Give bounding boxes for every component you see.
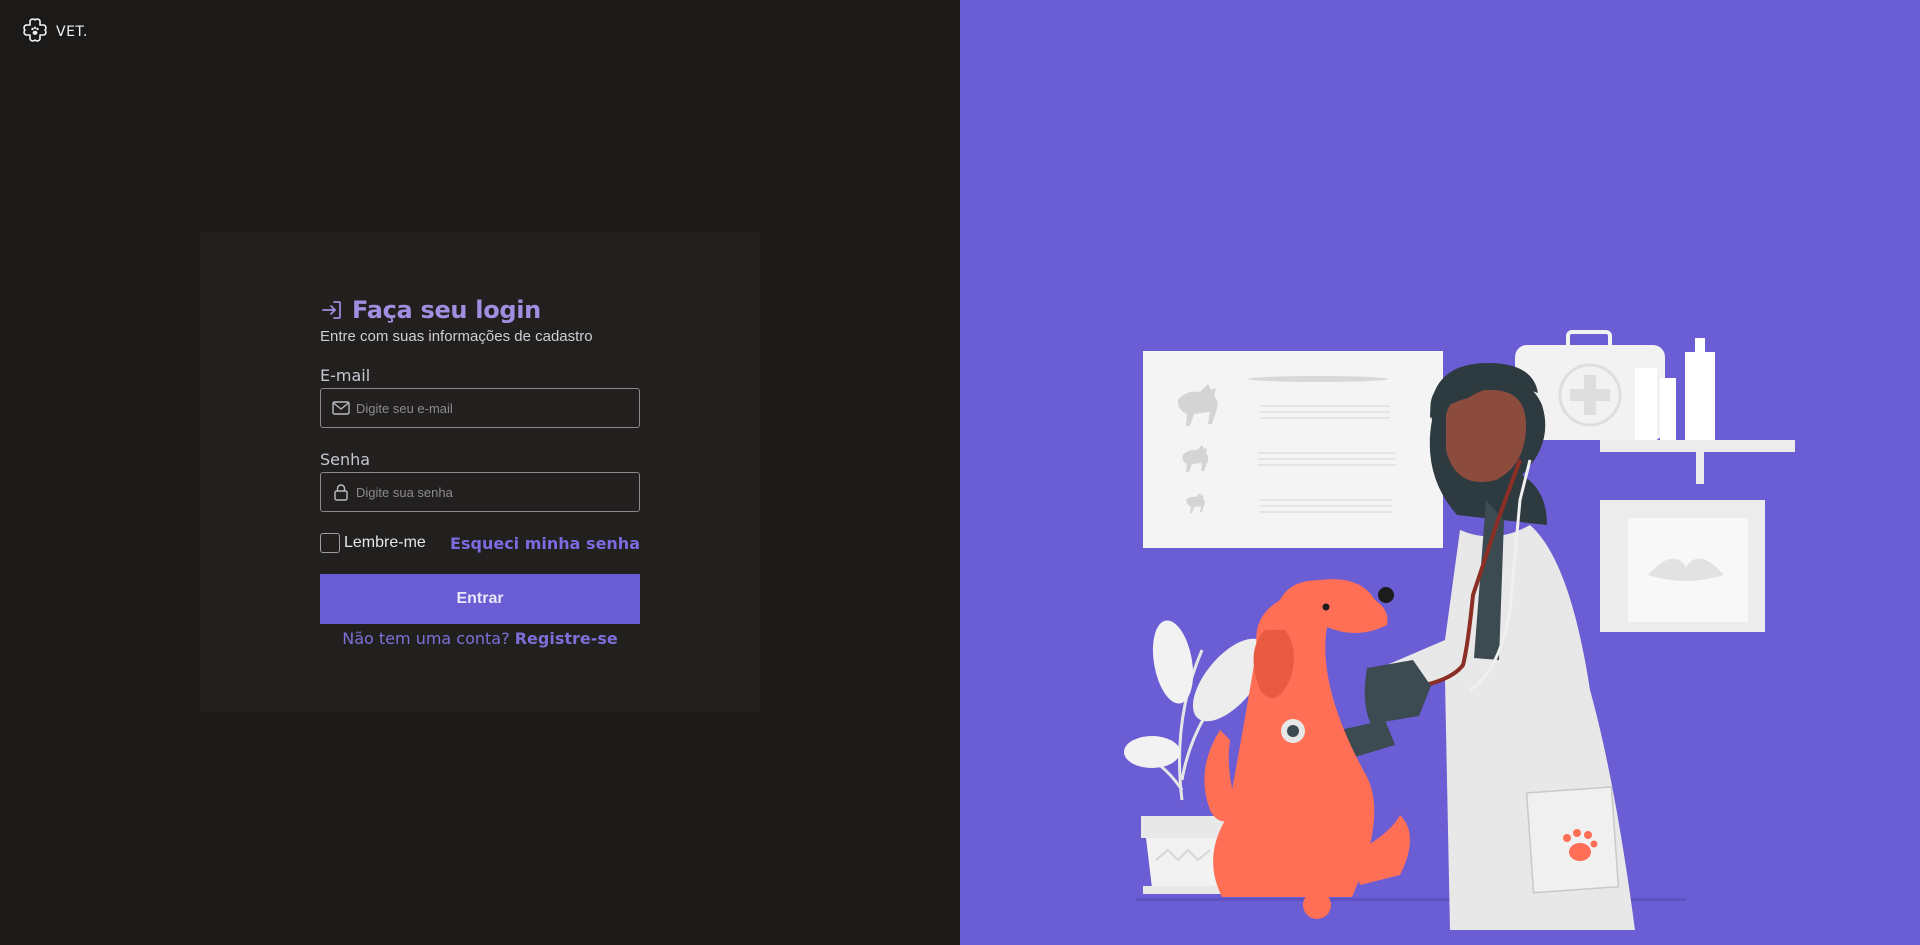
login-form: Faça seu login Entre com suas informaçõe… — [320, 296, 640, 648]
brand-logo[interactable]: VET. — [20, 18, 88, 45]
illustration-pane — [960, 0, 1920, 945]
envelope-icon — [332, 401, 350, 415]
login-button[interactable]: Entrar — [320, 574, 640, 624]
remember-me-label: Lembre-me — [344, 534, 426, 551]
form-header: Faça seu login — [320, 296, 640, 324]
password-input[interactable] — [356, 473, 639, 511]
register-prompt: Não tem uma conta? — [342, 629, 510, 648]
email-input[interactable] — [356, 389, 639, 427]
brand-name: VET. — [56, 23, 88, 40]
login-arrow-icon — [322, 301, 341, 319]
page-title: Faça seu login — [352, 296, 541, 324]
dog-chart-board — [1143, 351, 1443, 548]
login-pane: VET. Faça seu login Entre com suas infor… — [0, 0, 960, 945]
remember-me[interactable]: Lembre-me — [320, 533, 426, 553]
form-options: Lembre-me Esqueci minha senha — [320, 533, 640, 553]
forgot-password-link[interactable]: Esqueci minha senha — [450, 534, 640, 553]
lock-icon — [334, 484, 348, 501]
email-label: E-mail — [320, 366, 371, 385]
register-link[interactable]: Registre-se — [515, 629, 618, 648]
email-field[interactable] — [320, 388, 640, 428]
page-subtitle: Entre com suas informações de cadastro — [320, 328, 593, 345]
remember-me-checkbox[interactable] — [320, 533, 340, 553]
password-field[interactable] — [320, 472, 640, 512]
register-row: Não tem uma conta? Registre-se — [320, 629, 640, 648]
veterinarian-examining-dog-illustration — [1124, 330, 1795, 930]
paw-cross-icon — [23, 18, 47, 42]
password-label: Senha — [320, 450, 371, 469]
